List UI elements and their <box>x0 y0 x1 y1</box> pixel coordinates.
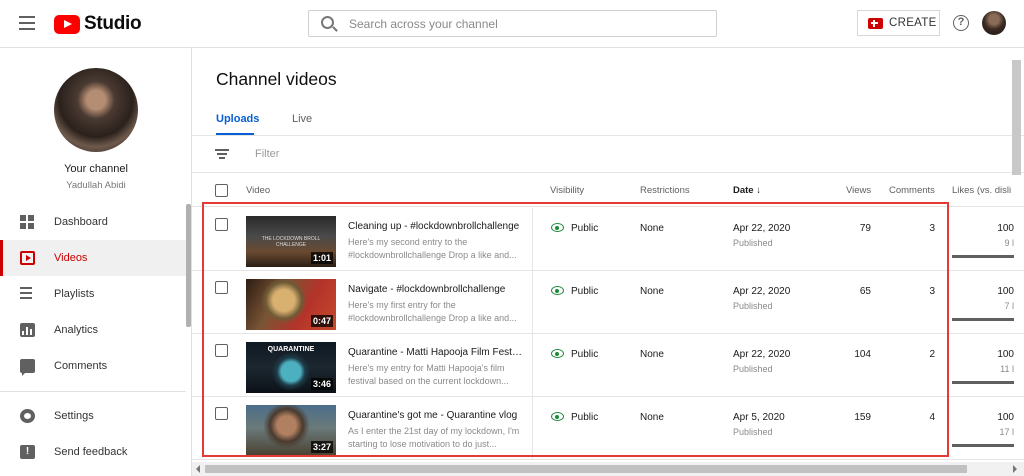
highlight-box <box>202 202 949 457</box>
page-title: Channel videos <box>216 69 337 89</box>
sidebar-item-label: Analytics <box>54 324 99 336</box>
create-video-icon <box>868 17 883 29</box>
sidebar-item-label: Dashboard <box>54 216 108 228</box>
column-header-likes[interactable]: Likes (vs. disli <box>952 185 1011 196</box>
filter-divider <box>192 172 1024 173</box>
tab-live[interactable]: Live <box>292 113 312 135</box>
logo-text: Studio <box>84 13 142 34</box>
channel-avatar[interactable] <box>54 68 138 152</box>
likes-value: 100 <box>997 412 1014 423</box>
gear-icon <box>20 409 35 423</box>
sort-arrow-icon: ↓ <box>756 185 761 196</box>
search-icon[interactable] <box>321 16 334 29</box>
sidebar-item-analytics[interactable]: Analytics <box>0 312 186 348</box>
videos-icon <box>20 251 35 265</box>
sidebar-item-comments[interactable]: Comments <box>0 348 186 384</box>
youtube-play-icon <box>54 14 80 34</box>
vertical-scrollbar[interactable] <box>1012 60 1021 175</box>
likes-ratio-bar <box>952 318 1014 321</box>
sidebar-item-label: Playlists <box>54 288 95 300</box>
analytics-icon <box>20 323 35 337</box>
likes-count: 9 l <box>1004 238 1014 248</box>
column-header-video: Video <box>246 185 271 196</box>
sidebar-item-label: Videos <box>54 252 88 264</box>
search-box[interactable] <box>308 10 717 37</box>
studio-logo[interactable]: Studio <box>54 13 142 35</box>
column-header-restrictions: Restrictions <box>640 185 690 196</box>
likes-count: 17 l <box>999 427 1014 437</box>
likes-ratio-bar <box>952 255 1014 258</box>
filter-icon[interactable] <box>215 149 229 159</box>
column-header-comments[interactable]: Comments <box>889 185 935 196</box>
sidebar: Your channel Yadullah Abidi Dashboard Vi… <box>0 48 192 476</box>
tab-uploads[interactable]: Uploads <box>216 113 259 135</box>
likes-value: 100 <box>997 223 1014 234</box>
column-header-date[interactable]: Date ↓ <box>733 185 761 196</box>
likes-count: 11 l <box>1000 364 1014 374</box>
top-bar: Studio CREATE ? <box>0 0 1024 48</box>
likes-ratio-bar <box>952 444 1014 447</box>
scroll-right-icon[interactable] <box>1013 465 1017 473</box>
playlists-icon <box>20 287 35 301</box>
horizontal-scrollbar-thumb[interactable] <box>205 465 967 473</box>
sidebar-item-send-feedback[interactable]: ! Send feedback <box>0 434 186 470</box>
column-header-date-label: Date <box>733 185 754 196</box>
feedback-icon: ! <box>20 445 35 459</box>
comments-icon <box>20 359 35 376</box>
column-header-views[interactable]: Views <box>846 185 871 196</box>
sidebar-item-videos[interactable]: Videos <box>0 240 186 276</box>
create-label: CREATE <box>889 17 937 29</box>
likes-value: 100 <box>997 286 1014 297</box>
sidebar-item-label: Comments <box>54 360 108 372</box>
sidebar-item-label: Send feedback <box>54 446 128 458</box>
channel-name: Yadullah Abidi <box>66 180 126 191</box>
channel-title: Your channel <box>64 163 128 175</box>
filter-input[interactable]: Filter <box>255 148 279 160</box>
menu-icon[interactable] <box>19 16 35 30</box>
sidebar-item-playlists[interactable]: Playlists <box>0 276 186 312</box>
create-button[interactable]: CREATE <box>857 10 940 36</box>
scroll-left-icon[interactable] <box>196 465 200 473</box>
sidebar-divider <box>0 391 186 392</box>
tabs-divider <box>192 135 1024 136</box>
sidebar-item-label: Settings <box>54 410 94 422</box>
likes-count: 7 l <box>1004 301 1014 311</box>
account-avatar[interactable] <box>982 11 1006 35</box>
sidebar-item-dashboard[interactable]: Dashboard <box>0 204 186 240</box>
search-input[interactable] <box>349 14 709 34</box>
likes-value: 100 <box>997 349 1014 360</box>
column-header-visibility: Visibility <box>550 185 585 196</box>
dashboard-icon <box>20 215 35 229</box>
likes-ratio-bar <box>952 381 1014 384</box>
select-all-checkbox[interactable] <box>215 184 228 197</box>
sidebar-scrollbar[interactable] <box>186 204 191 327</box>
help-icon[interactable]: ? <box>953 15 969 31</box>
sidebar-item-settings[interactable]: Settings <box>0 398 186 434</box>
